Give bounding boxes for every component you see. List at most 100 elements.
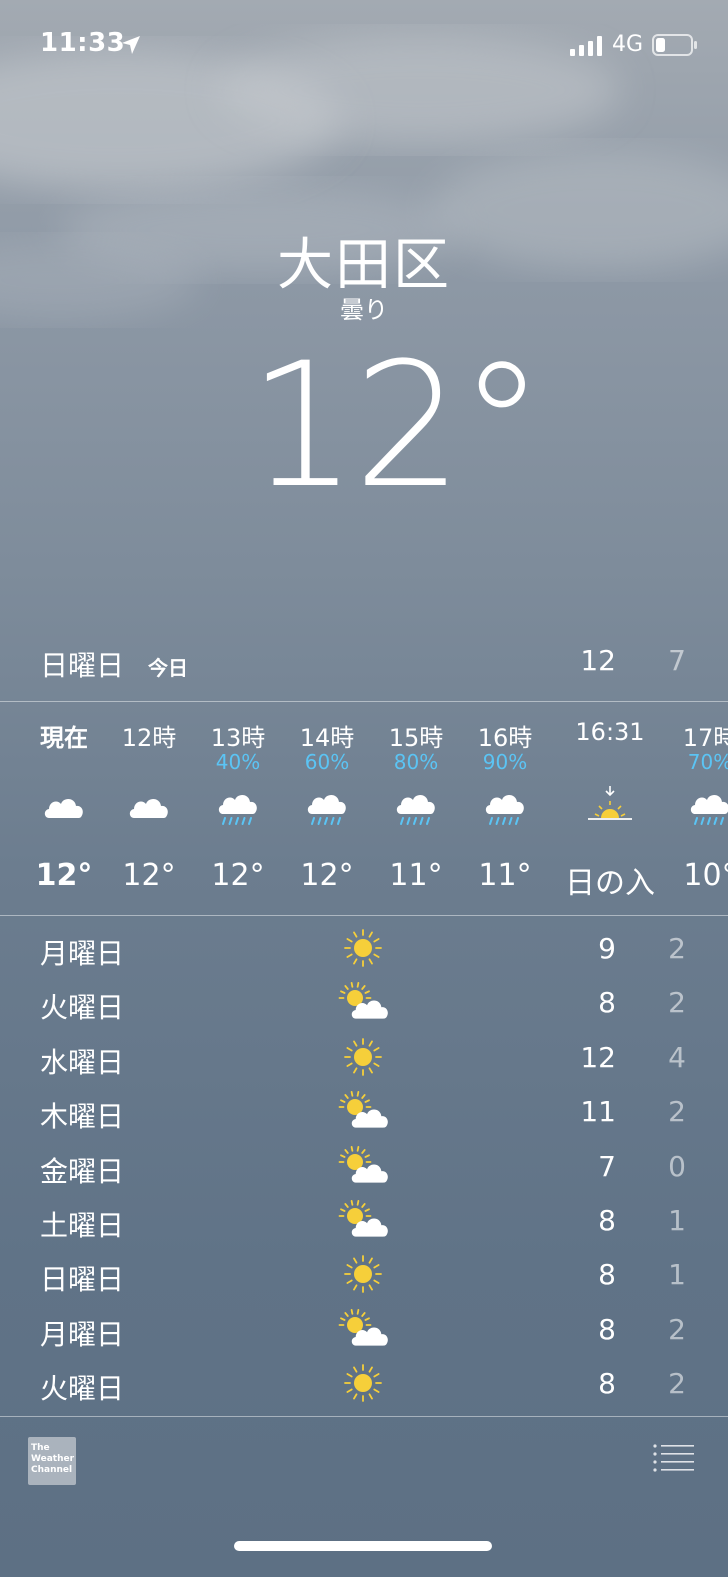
location-arrow-icon bbox=[122, 36, 140, 54]
hourly-precip-chance: 90% bbox=[482, 750, 528, 774]
cloud-icon bbox=[41, 784, 87, 830]
sunset-icon bbox=[587, 784, 633, 830]
hourly-temp: 日の入 bbox=[565, 866, 655, 901]
divider bbox=[0, 701, 728, 702]
status-bar: 11:33 4G bbox=[0, 0, 728, 92]
daily-high-temp: 8 bbox=[598, 986, 616, 1020]
partly-cloudy-icon bbox=[336, 1307, 390, 1353]
cloud-rain-icon bbox=[482, 784, 528, 830]
today-label: 今日 bbox=[148, 656, 188, 680]
status-time: 11:33 bbox=[40, 28, 126, 58]
daily-high-temp: 11 bbox=[580, 1095, 616, 1129]
daily-day-name: 月曜日 bbox=[40, 1317, 125, 1351]
hourly-temp: 12° bbox=[300, 858, 354, 893]
daily-day-name: 火曜日 bbox=[40, 991, 125, 1025]
daily-row: 木曜日 11 2 bbox=[0, 1085, 728, 1139]
today-summary-row: 日曜日 今日 12 7 bbox=[0, 640, 728, 684]
sun-icon bbox=[336, 926, 390, 972]
hourly-time: 12時 bbox=[121, 724, 177, 752]
daily-day-name: 火曜日 bbox=[40, 1372, 125, 1406]
hourly-precip-chance: 80% bbox=[393, 750, 439, 774]
cloud-rain-icon bbox=[304, 784, 350, 830]
logo-text-line: Weather bbox=[31, 1454, 75, 1464]
daily-low-temp: 2 bbox=[668, 986, 686, 1020]
daily-day-name: 土曜日 bbox=[40, 1209, 125, 1242]
daily-high-temp: 8 bbox=[598, 1312, 616, 1346]
cloud-rain-icon bbox=[393, 784, 439, 830]
hourly-precip-chance: 70% bbox=[687, 750, 728, 774]
cloud-rain-icon bbox=[215, 784, 261, 830]
daily-high-temp: 9 bbox=[598, 932, 616, 965]
hourly-temp: 12° bbox=[122, 858, 176, 893]
daily-day-name: 金曜日 bbox=[40, 1154, 125, 1188]
partly-cloudy-icon bbox=[336, 1144, 390, 1190]
today-day-name: 日曜日 bbox=[40, 649, 125, 682]
divider bbox=[0, 915, 728, 916]
city-name: 大田区 bbox=[277, 233, 451, 298]
hourly-item: 15時 80% 11° bbox=[366, 706, 466, 906]
daily-row: 火曜日 8 2 bbox=[0, 1357, 728, 1411]
divider bbox=[0, 1416, 728, 1417]
hourly-time: 16:31 bbox=[575, 718, 645, 746]
daily-row: 月曜日 8 2 bbox=[0, 1303, 728, 1357]
daily-high-temp: 8 bbox=[598, 1258, 616, 1292]
hourly-forecast-scroller[interactable]: 現在 12° 12時 12° 13時 40% 12° 14時 60% 12° 1… bbox=[0, 706, 728, 911]
daily-row: 土曜日 8 1 bbox=[0, 1194, 728, 1248]
cellular-signal-icon bbox=[570, 36, 602, 56]
daily-low-temp: 1 bbox=[668, 1204, 686, 1237]
current-temperature: 12° bbox=[248, 325, 545, 526]
daily-row: 火曜日 8 2 bbox=[0, 976, 728, 1030]
hourly-item: 16:31 日の入 bbox=[560, 706, 660, 906]
hourly-temp: 11° bbox=[389, 858, 443, 893]
daily-day-name: 水曜日 bbox=[40, 1045, 125, 1079]
hourly-item: 17時 70% 10° bbox=[660, 706, 728, 906]
hourly-item: 13時 40% 12° bbox=[188, 706, 288, 906]
daily-low-temp: 2 bbox=[668, 1312, 686, 1346]
daily-high-temp: 7 bbox=[598, 1149, 616, 1183]
daily-row: 月曜日 9 2 bbox=[0, 922, 728, 976]
daily-low-temp: 2 bbox=[668, 1095, 686, 1129]
hourly-time: 14時 bbox=[299, 724, 355, 752]
hourly-precip-chance: 60% bbox=[304, 750, 350, 774]
partly-cloudy-icon bbox=[336, 980, 390, 1026]
daily-day-name: 月曜日 bbox=[40, 937, 125, 970]
daily-high-temp: 12 bbox=[580, 1040, 616, 1074]
sun-icon bbox=[336, 1252, 390, 1298]
daily-row: 日曜日 8 1 bbox=[0, 1248, 728, 1302]
daily-row: 水曜日 12 4 bbox=[0, 1031, 728, 1085]
hourly-time: 17時 bbox=[682, 724, 728, 752]
hourly-temp: 10° bbox=[683, 858, 728, 893]
logo-text-line: The bbox=[31, 1443, 50, 1453]
home-indicator[interactable] bbox=[234, 1541, 492, 1551]
daily-low-temp: 2 bbox=[668, 932, 686, 965]
daily-day-name: 木曜日 bbox=[40, 1100, 125, 1134]
daily-low-temp: 4 bbox=[668, 1040, 686, 1074]
hourly-item: 14時 60% 12° bbox=[277, 706, 377, 906]
daily-low-temp: 1 bbox=[668, 1258, 686, 1292]
sun-icon bbox=[336, 1361, 390, 1407]
hourly-temp: 12° bbox=[211, 858, 265, 893]
partly-cloudy-icon bbox=[336, 1089, 390, 1135]
hourly-precip-chance: 40% bbox=[215, 750, 261, 774]
weather-channel-logo[interactable]: The Weather Channel bbox=[28, 1437, 76, 1485]
today-high-temp: 12 bbox=[580, 644, 616, 677]
daily-low-temp: 2 bbox=[668, 1367, 686, 1401]
cloud-icon bbox=[126, 784, 172, 830]
hourly-temp: 11° bbox=[478, 858, 532, 893]
daily-low-temp: 0 bbox=[668, 1149, 686, 1183]
battery-icon bbox=[652, 34, 697, 56]
sun-icon bbox=[336, 1035, 390, 1081]
daily-high-temp: 8 bbox=[598, 1204, 616, 1237]
partly-cloudy-icon bbox=[336, 1198, 390, 1244]
logo-text-line: Channel bbox=[31, 1465, 73, 1475]
hourly-item: 16時 90% 11° bbox=[455, 706, 555, 906]
network-type: 4G bbox=[612, 32, 644, 57]
hourly-time: 16時 bbox=[477, 724, 533, 752]
hourly-time: 13時 bbox=[210, 724, 266, 752]
today-low-temp: 7 bbox=[668, 644, 686, 677]
daily-day-name: 日曜日 bbox=[40, 1263, 125, 1297]
hourly-item: 12時 12° bbox=[99, 706, 199, 906]
daily-high-temp: 8 bbox=[598, 1367, 616, 1401]
city-list-icon[interactable] bbox=[652, 1442, 696, 1474]
current-condition: 曇り bbox=[340, 296, 388, 324]
